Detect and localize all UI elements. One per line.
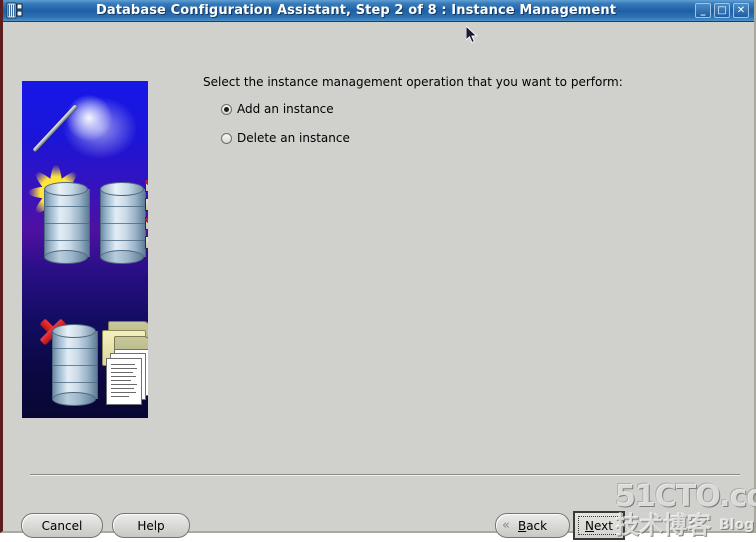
footer-separator xyxy=(30,474,740,476)
watermark-chinese: 技术博客 xyxy=(615,511,711,539)
cancel-button[interactable]: Cancel xyxy=(21,513,103,538)
radio-label: Add an instance xyxy=(237,102,334,116)
radio-add-an-instance[interactable]: Add an instance xyxy=(221,102,334,116)
maximize-button[interactable]: □ xyxy=(714,3,730,18)
page-title: Select the instance management operation… xyxy=(203,75,623,89)
next-button[interactable]: Next xyxy=(573,511,625,540)
database-cylinder-icon xyxy=(100,182,146,264)
radio-delete-an-instance[interactable]: Delete an instance xyxy=(221,131,350,145)
database-cylinder-icon xyxy=(52,324,98,406)
back-button-label: Back xyxy=(517,518,548,533)
client-area: Select the instance management operation… xyxy=(3,22,756,540)
title-bar[interactable]: Database Configuration Assistant, Step 2… xyxy=(3,0,754,22)
help-button[interactable]: Help xyxy=(112,513,190,538)
database-cylinder-icon xyxy=(44,182,90,264)
close-button[interactable]: ✕ xyxy=(733,3,749,18)
watermark: 51CTO.com 技术博客 Blog xyxy=(615,479,756,542)
watermark-site: 51CTO.com xyxy=(615,479,756,514)
dbca-window: Database Configuration Assistant, Step 2… xyxy=(0,0,756,540)
database-wizard-illustration xyxy=(22,81,148,418)
chevron-left-icon: « xyxy=(502,518,510,533)
radio-label: Delete an instance xyxy=(237,131,350,145)
magic-wand-icon xyxy=(32,95,112,165)
oracle-dbca-icon[interactable] xyxy=(6,2,24,19)
next-button-label: Next xyxy=(585,518,613,533)
window-controls: _ □ ✕ xyxy=(695,3,749,18)
window-title: Database Configuration Assistant, Step 2… xyxy=(95,3,617,18)
watermark-blog: Blog xyxy=(719,517,755,533)
back-button[interactable]: « Back xyxy=(495,513,570,538)
radio-indicator[interactable] xyxy=(221,132,232,144)
radio-indicator[interactable] xyxy=(221,103,232,115)
minimize-button[interactable]: _ xyxy=(695,3,711,18)
